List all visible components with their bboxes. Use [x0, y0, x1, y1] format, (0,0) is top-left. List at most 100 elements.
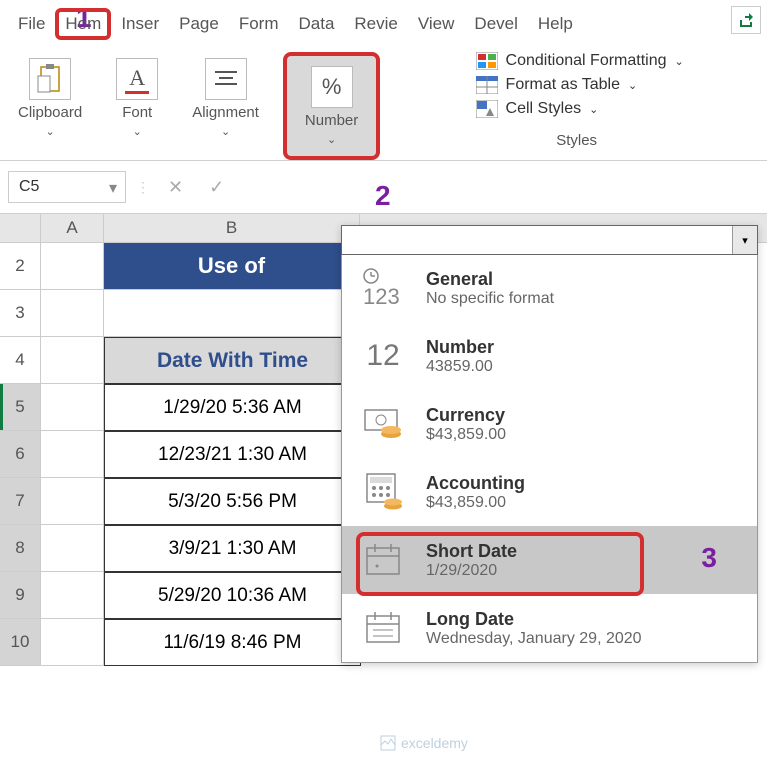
cell-styles-button[interactable]: Cell Styles⌄: [476, 100, 599, 118]
select-all-corner[interactable]: [0, 214, 41, 242]
menu-page[interactable]: Page: [169, 10, 229, 38]
cell-a4[interactable]: [41, 337, 104, 384]
cell-b6[interactable]: 12/23/21 1:30 AM: [104, 431, 361, 478]
cell-b9[interactable]: 5/29/20 10:36 AM: [104, 572, 361, 619]
format-subtitle: Wednesday, January 29, 2020: [426, 630, 642, 648]
ribbon: Clipboard ⌄ A Font ⌄ Alignment ⌄ % Numbe…: [0, 44, 767, 161]
svg-text:123: 123: [363, 284, 400, 308]
format-option-general[interactable]: 123 General No specific format: [342, 254, 757, 322]
font-button[interactable]: A Font ⌄: [106, 52, 168, 144]
cell-a10[interactable]: [41, 619, 104, 666]
format-subtitle: No specific format: [426, 290, 554, 308]
format-as-table-icon: [476, 76, 498, 94]
row-header-2[interactable]: 2: [0, 243, 41, 290]
font-icon: A: [116, 58, 158, 100]
clipboard-label: Clipboard: [18, 104, 82, 121]
column-header-a[interactable]: A: [41, 214, 104, 242]
format-as-table-label: Format as Table: [506, 76, 620, 94]
format-option-currency[interactable]: Currency $43,859.00: [342, 390, 757, 458]
format-title: Currency: [426, 405, 506, 426]
chevron-down-icon: ⌄: [46, 125, 55, 138]
menu-insert[interactable]: Inser: [111, 10, 169, 38]
menu-bar: 1 File Hom Inser Page Form Data Revie Vi…: [0, 0, 767, 44]
font-label: Font: [122, 104, 152, 121]
cell-a2[interactable]: [41, 243, 104, 290]
general-icon: 123: [358, 266, 408, 310]
styles-group-label: Styles: [556, 128, 597, 153]
row-header-5[interactable]: 5: [0, 384, 41, 431]
row-header-9[interactable]: 9: [0, 572, 41, 619]
number-format-combobox[interactable]: ▾: [341, 225, 758, 255]
name-box[interactable]: C5: [8, 171, 126, 203]
clipboard-icon: [29, 58, 71, 100]
alignment-label: Alignment: [192, 104, 259, 121]
menu-help[interactable]: Help: [528, 10, 583, 38]
format-option-accounting[interactable]: Accounting $43,859.00: [342, 458, 757, 526]
cell-styles-icon: [476, 100, 498, 118]
menu-review[interactable]: Revie: [344, 10, 407, 38]
number-format-list: 123 General No specific format 12 Number…: [342, 254, 757, 662]
menu-view[interactable]: View: [408, 10, 465, 38]
highlight-box: [356, 532, 644, 596]
format-option-number[interactable]: 12 Number 43859.00: [342, 322, 757, 390]
format-title: Accounting: [426, 473, 525, 494]
row-header-10[interactable]: 10: [0, 619, 41, 666]
menu-formulas[interactable]: Form: [229, 10, 289, 38]
cell-a7[interactable]: [41, 478, 104, 525]
row-header-3[interactable]: 3: [0, 290, 41, 337]
number-icon: 12: [358, 334, 408, 378]
confirm-formula-button[interactable]: ✓: [201, 177, 232, 198]
number-format-dropdown: ▾ 123 General No specific format 12 Numb…: [341, 225, 758, 663]
share-button[interactable]: [731, 6, 761, 34]
row-header-7[interactable]: 7: [0, 478, 41, 525]
name-box-value: C5: [19, 178, 39, 195]
cell-b2-title[interactable]: Use of: [104, 243, 360, 290]
alignment-button[interactable]: Alignment ⌄: [182, 52, 269, 144]
column-header-b[interactable]: B: [104, 214, 360, 242]
cell-a9[interactable]: [41, 572, 104, 619]
watermark-text: exceldemy: [401, 735, 468, 751]
number-format-button[interactable]: % Number ⌄: [295, 60, 368, 152]
row-header-4[interactable]: 4: [0, 337, 41, 384]
format-subtitle: $43,859.00: [426, 494, 525, 512]
format-option-short-date[interactable]: Short Date 1/29/2020 3: [342, 526, 757, 594]
menu-developer[interactable]: Devel: [464, 10, 527, 38]
cell-b5[interactable]: 1/29/20 5:36 AM: [104, 384, 361, 431]
cell-a8[interactable]: [41, 525, 104, 572]
row-header-6[interactable]: 6: [0, 431, 41, 478]
format-option-long-date[interactable]: Long Date Wednesday, January 29, 2020: [342, 594, 757, 662]
watermark-icon: [380, 735, 396, 751]
chevron-down-icon: ⌄: [327, 133, 336, 146]
conditional-formatting-label: Conditional Formatting: [506, 52, 667, 70]
menu-file[interactable]: File: [8, 10, 55, 38]
cell-b4-header[interactable]: Date With Time: [104, 337, 361, 384]
cell-b8[interactable]: 3/9/21 1:30 AM: [104, 525, 361, 572]
clipboard-button[interactable]: Clipboard ⌄: [8, 52, 92, 144]
cell-b7[interactable]: 5/3/20 5:56 PM: [104, 478, 361, 525]
menu-home[interactable]: Hom: [55, 8, 111, 40]
menu-data[interactable]: Data: [288, 10, 344, 38]
chevron-down-icon[interactable]: ▾: [732, 226, 757, 254]
callout-3: 3: [701, 542, 717, 574]
cell-b3[interactable]: [104, 290, 360, 337]
row-header-8[interactable]: 8: [0, 525, 41, 572]
cell-a6[interactable]: [41, 431, 104, 478]
conditional-formatting-icon: [476, 52, 498, 70]
share-icon: [738, 12, 754, 28]
cell-b10[interactable]: 11/6/19 8:46 PM: [104, 619, 361, 666]
cell-a3[interactable]: [41, 290, 104, 337]
ribbon-group-alignment: Alignment ⌄: [182, 52, 269, 160]
conditional-formatting-button[interactable]: Conditional Formatting⌄: [476, 52, 684, 70]
format-title: General: [426, 269, 554, 290]
formula-divider: ⋮: [136, 179, 150, 196]
ribbon-group-font: A Font ⌄: [106, 52, 168, 160]
number-label: Number: [305, 112, 358, 129]
ribbon-group-styles: Conditional Formatting⌄ Format as Table⌄…: [394, 52, 759, 160]
cancel-formula-button[interactable]: ✕: [160, 177, 191, 198]
format-as-table-button[interactable]: Format as Table⌄: [476, 76, 638, 94]
number-format-input[interactable]: [342, 226, 732, 254]
alignment-icon: [205, 58, 247, 100]
cell-a5[interactable]: [41, 384, 104, 431]
cell-styles-label: Cell Styles: [506, 100, 582, 118]
format-title: Number: [426, 337, 494, 358]
